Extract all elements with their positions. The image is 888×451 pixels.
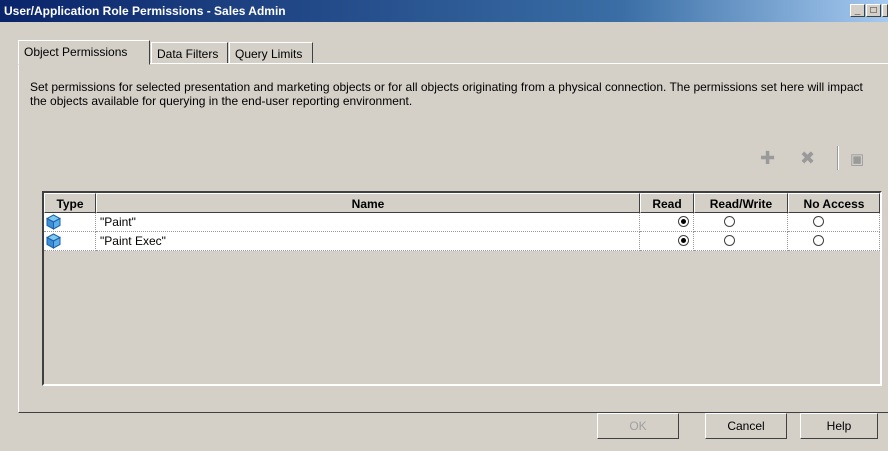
read-write-radio[interactable] bbox=[724, 235, 735, 246]
close-button[interactable] bbox=[882, 4, 888, 17]
add-icon[interactable]: ✚ bbox=[760, 148, 775, 169]
table-row[interactable]: "Paint Exec" bbox=[44, 232, 880, 251]
row-name: "Paint Exec" bbox=[96, 232, 640, 251]
read-write-radio[interactable] bbox=[724, 216, 735, 227]
column-header-read-write[interactable]: Read/Write bbox=[694, 193, 788, 213]
permissions-grid: Type Name Read Read/Write No Access "Pai… bbox=[42, 191, 882, 386]
cancel-button[interactable]: Cancel bbox=[705, 413, 787, 439]
table-row[interactable]: "Paint" bbox=[44, 213, 880, 232]
tab-object-permissions[interactable]: Object Permissions bbox=[18, 40, 150, 65]
column-header-type[interactable]: Type bbox=[44, 193, 96, 213]
toolbar-separator bbox=[837, 146, 839, 170]
column-header-no-access[interactable]: No Access bbox=[788, 193, 880, 213]
tab-query-limits[interactable]: Query Limits bbox=[229, 42, 313, 64]
column-header-read[interactable]: Read bbox=[640, 193, 694, 213]
tab-data-filters[interactable]: Data Filters bbox=[151, 42, 228, 64]
read-radio[interactable] bbox=[678, 235, 689, 246]
delete-icon[interactable]: ✖ bbox=[800, 148, 815, 169]
column-header-name[interactable]: Name bbox=[96, 193, 640, 213]
window-title: User/Application Role Permissions - Sale… bbox=[4, 4, 286, 18]
title-bar: User/Application Role Permissions - Sale… bbox=[0, 0, 888, 22]
presentation-object-icon bbox=[46, 214, 61, 230]
row-name: "Paint" bbox=[96, 213, 640, 232]
ok-button[interactable]: OK bbox=[597, 413, 679, 439]
no-access-radio[interactable] bbox=[813, 235, 824, 246]
presentation-object-icon bbox=[46, 233, 61, 249]
minimize-button[interactable]: _ bbox=[850, 4, 865, 17]
maximize-button[interactable]: □ bbox=[866, 4, 881, 17]
browse-icon[interactable]: ▣ bbox=[850, 150, 864, 168]
help-button[interactable]: Help bbox=[800, 413, 878, 439]
read-radio[interactable] bbox=[678, 216, 689, 227]
no-access-radio[interactable] bbox=[813, 216, 824, 227]
description-text: Set permissions for selected presentatio… bbox=[30, 80, 863, 108]
